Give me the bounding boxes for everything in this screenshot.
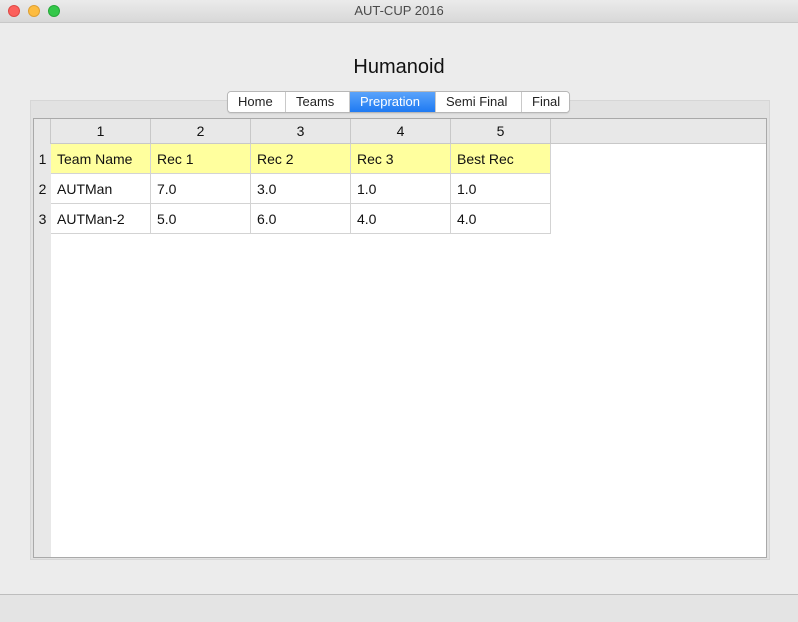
page-title: Humanoid [353, 56, 445, 78]
tab-semi-final[interactable]: Semi Final [436, 92, 522, 112]
table-cell[interactable]: 4.0 [451, 204, 551, 234]
column-header[interactable]: 3 [251, 119, 351, 144]
table-cell[interactable]: 6.0 [251, 204, 351, 234]
row-header[interactable]: 3 [34, 204, 51, 234]
row-header[interactable]: 2 [34, 174, 51, 204]
table-cell[interactable]: Rec 3 [351, 144, 451, 174]
row-header[interactable]: 1 [34, 144, 51, 174]
table-cell[interactable]: 5.0 [151, 204, 251, 234]
window-title: AUT-CUP 2016 [354, 3, 444, 18]
tab-teams[interactable]: Teams [286, 92, 350, 112]
column-header[interactable]: 2 [151, 119, 251, 144]
table-cell[interactable]: 7.0 [151, 174, 251, 204]
table-cell[interactable]: 4.0 [351, 204, 451, 234]
tab-final[interactable]: Final [522, 92, 569, 112]
table-cell[interactable]: Best Rec [451, 144, 551, 174]
column-header[interactable]: 1 [51, 119, 151, 144]
table-cell[interactable]: AUTMan-2 [51, 204, 151, 234]
status-bar [0, 594, 798, 622]
table-corner[interactable] [34, 119, 51, 144]
table-cell[interactable]: Rec 2 [251, 144, 351, 174]
table-cell[interactable]: AUTMan [51, 174, 151, 204]
tab-home[interactable]: Home [228, 92, 286, 112]
tab-prepration[interactable]: Prepration [350, 92, 436, 112]
table-cell[interactable]: 3.0 [251, 174, 351, 204]
results-table[interactable]: 1 2 3 4 5 1 2 3 Team Name Rec 1 Rec 2 Re… [33, 118, 767, 558]
title-bar: AUT-CUP 2016 [0, 0, 798, 23]
table-cell[interactable]: Rec 1 [151, 144, 251, 174]
table-cell[interactable]: Team Name [51, 144, 151, 174]
column-header[interactable]: 4 [351, 119, 451, 144]
table-cell[interactable]: 1.0 [351, 174, 451, 204]
table-cell[interactable]: 1.0 [451, 174, 551, 204]
column-header[interactable]: 5 [451, 119, 551, 144]
tab-bar: Home Teams Prepration Semi Final Final [227, 91, 570, 113]
